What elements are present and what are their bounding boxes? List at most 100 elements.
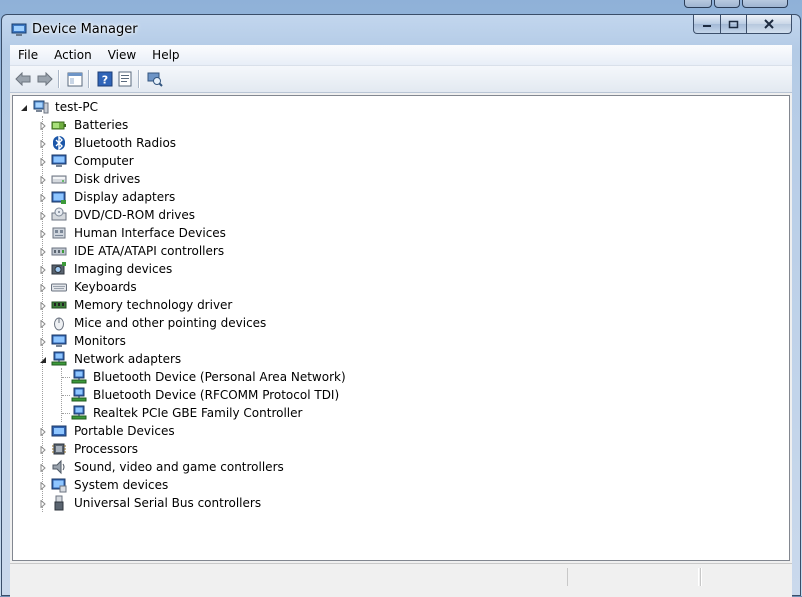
tree-device-node[interactable]: Bluetooth Device (RFCOMM Protocol TDI) <box>13 386 513 404</box>
tree-category-node[interactable]: Keyboards <box>13 278 413 296</box>
expand-arrow-icon[interactable] <box>38 283 47 292</box>
help-icon: ? <box>97 71 113 87</box>
expand-arrow-icon[interactable] <box>38 319 47 328</box>
forward-button[interactable] <box>36 70 54 88</box>
expand-arrow-icon[interactable] <box>38 121 47 130</box>
show-hide-console-tree-icon <box>67 72 83 86</box>
expand-arrow-icon[interactable] <box>38 337 47 346</box>
tree-category-node[interactable]: DVD/CD-ROM drives <box>13 206 413 224</box>
ide-controller-icon <box>51 247 67 256</box>
tree-category-node[interactable]: Batteries <box>13 116 413 134</box>
menu-file[interactable]: File <box>10 45 46 65</box>
svg-text:?: ? <box>102 74 108 87</box>
tree-category-label: DVD/CD-ROM drives <box>74 208 196 222</box>
tree-device-node[interactable]: Bluetooth Device (Personal Area Network) <box>13 368 513 386</box>
expand-arrow-icon[interactable] <box>38 229 47 238</box>
back-button[interactable] <box>14 70 32 88</box>
network-adapter-icon <box>51 351 67 366</box>
show-hide-console-tree-button[interactable] <box>66 70 84 88</box>
toolbar-separator <box>58 70 60 88</box>
tree-category-node[interactable]: Human Interface Devices <box>13 224 413 242</box>
tree-root-node[interactable]: test-PC <box>13 98 313 116</box>
tree-category-label: Disk drives <box>74 172 141 186</box>
tree-category-node[interactable]: Universal Serial Bus controllers <box>13 494 413 512</box>
speaker-icon <box>52 459 65 475</box>
processor-icon <box>52 443 66 455</box>
tree-category-label: Processors <box>74 442 139 456</box>
tree-category-node[interactable]: Display adapters <box>13 188 413 206</box>
status-bar-panel <box>700 568 702 586</box>
device-manager-window: Device Manager File Action View Help ? t… <box>1 14 801 597</box>
tree-category-node[interactable]: System devices <box>13 476 413 494</box>
tree-device-label: Realtek PCIe GBE Family Controller <box>93 406 303 420</box>
title-bar[interactable]: Device Manager <box>2 15 800 45</box>
tree-category-node[interactable]: Computer <box>13 152 413 170</box>
help-button[interactable]: ? <box>96 70 114 88</box>
expand-arrow-icon[interactable] <box>38 301 47 310</box>
device-tree[interactable]: test-PC Batteries Bluetooth Radios Compute… <box>12 95 790 561</box>
tree-category-node[interactable]: Bluetooth Radios <box>13 134 413 152</box>
maximize-button[interactable] <box>721 15 747 34</box>
toolbar-separator <box>138 70 140 88</box>
minimize-button[interactable] <box>693 15 721 34</box>
toolbar-separator <box>88 70 90 88</box>
expand-arrow-icon[interactable] <box>38 157 47 166</box>
expand-arrow-icon[interactable] <box>38 499 47 508</box>
expand-arrow-icon[interactable] <box>38 211 47 220</box>
disk-drive-icon <box>51 175 67 184</box>
expand-arrow-icon[interactable] <box>38 193 47 202</box>
tree-category-node[interactable]: Disk drives <box>13 170 413 188</box>
network-adapter-icon <box>71 369 87 384</box>
tree-category-node[interactable]: Portable Devices <box>13 422 413 440</box>
expand-arrow-icon[interactable] <box>38 445 47 454</box>
tree-category-node[interactable]: Mice and other pointing devices <box>13 314 413 332</box>
properties-icon <box>118 71 132 87</box>
scan-hardware-button[interactable] <box>146 70 164 88</box>
collapse-arrow-icon[interactable] <box>19 103 28 112</box>
properties-button[interactable] <box>116 70 134 88</box>
expand-arrow-icon[interactable] <box>38 139 47 148</box>
tree-category-label: Imaging devices <box>74 262 173 276</box>
tree-category-node[interactable]: Processors <box>13 440 413 458</box>
forward-arrow-icon <box>37 72 53 86</box>
bluetooth-icon <box>53 135 65 151</box>
device-manager-icon <box>11 23 27 36</box>
tree-device-label: Bluetooth Device (RFCOMM Protocol TDI) <box>93 388 340 402</box>
monitor-icon <box>51 334 67 347</box>
status-bar <box>10 563 792 590</box>
memory-icon <box>51 301 67 309</box>
expand-arrow-icon[interactable] <box>38 247 47 256</box>
expand-arrow-icon[interactable] <box>38 265 47 274</box>
tree-category-label: Bluetooth Radios <box>74 136 177 150</box>
tree-category-node[interactable]: IDE ATA/ATAPI controllers <box>13 242 413 260</box>
expand-arrow-icon[interactable] <box>38 175 47 184</box>
tree-category-label: Display adapters <box>74 190 176 204</box>
computer-icon <box>33 100 49 114</box>
tree-device-label: Bluetooth Device (Personal Area Network) <box>93 370 346 384</box>
tree-category-node[interactable]: Network adapters <box>13 350 413 368</box>
expand-arrow-icon[interactable] <box>38 427 47 436</box>
tree-category-label: Network adapters <box>74 352 182 366</box>
caption-buttons <box>693 15 792 35</box>
menu-action[interactable]: Action <box>46 45 100 65</box>
tree-category-node[interactable]: Memory technology driver <box>13 296 413 314</box>
tree-category-label: Computer <box>74 154 134 168</box>
expand-arrow-icon[interactable] <box>38 481 47 490</box>
menu-view[interactable]: View <box>100 45 144 65</box>
mouse-icon <box>54 317 64 331</box>
expand-arrow-icon[interactable] <box>38 463 47 472</box>
close-button[interactable] <box>747 15 792 34</box>
tree-device-node[interactable]: Realtek PCIe GBE Family Controller <box>13 404 513 422</box>
tree-root-label: test-PC <box>55 100 98 114</box>
collapse-arrow-icon[interactable] <box>38 355 47 364</box>
minimize-icon <box>703 25 711 27</box>
toolbar: ? <box>10 66 792 93</box>
menu-help[interactable]: Help <box>144 45 187 65</box>
hid-icon <box>52 227 66 239</box>
scan-hardware-icon <box>147 72 163 87</box>
tree-category-node[interactable]: Imaging devices <box>13 260 413 278</box>
tree-category-node[interactable]: Sound, video and game controllers <box>13 458 413 476</box>
display-adapter-icon <box>51 191 66 204</box>
network-adapter-icon <box>71 387 87 402</box>
tree-category-node[interactable]: Monitors <box>13 332 413 350</box>
